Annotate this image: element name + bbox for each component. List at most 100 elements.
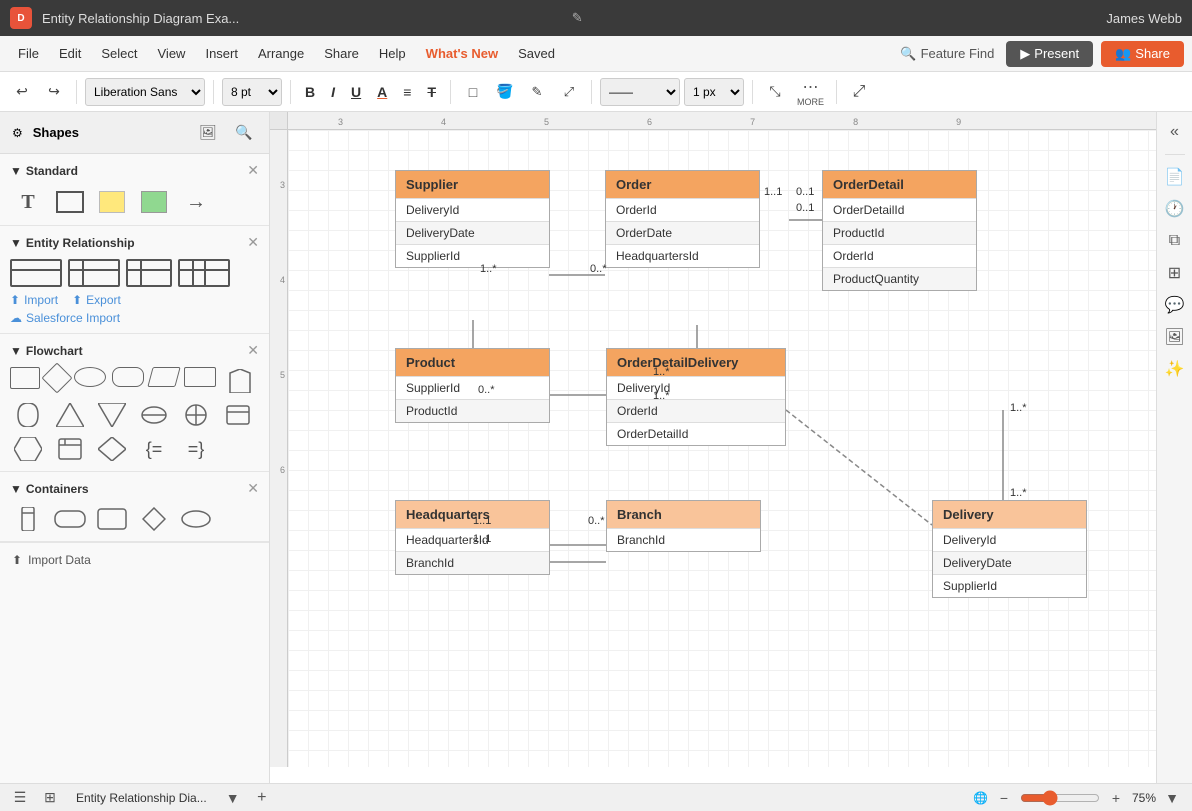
menu-view[interactable]: View [148,42,196,65]
diagram-tab-label[interactable]: Entity Relationship Dia... [68,791,215,805]
fc-shape-extra-9[interactable] [52,435,88,463]
fc-shape-brace-right[interactable]: =} [178,435,214,463]
import-data-row[interactable]: ⬆ Import Data [0,542,269,577]
pages-btn[interactable]: 📄 [1161,163,1189,191]
add-tab-button[interactable]: + [251,787,273,809]
menu-edit[interactable]: Edit [49,42,91,65]
present-button[interactable]: ▶ Present [1006,41,1093,67]
feature-find[interactable]: 🔍 Feature Find [900,46,994,62]
font-select[interactable]: Liberation Sans [85,78,205,106]
cont-shape-4[interactable] [136,505,172,533]
menu-file[interactable]: File [8,42,49,65]
cont-shape-2[interactable] [52,505,88,533]
strikethrough-button[interactable]: T [421,78,442,106]
fc-shape-extra-6[interactable] [178,401,214,429]
line-style-select[interactable]: —— [600,78,680,106]
er-shape-4[interactable] [178,259,230,287]
menu-arrange[interactable]: Arrange [248,42,314,65]
menu-help[interactable]: Help [369,42,416,65]
chat-btn[interactable]: 💬 [1161,291,1189,319]
er-shape-1[interactable] [10,259,62,287]
fc-shape-extra-7[interactable] [220,401,256,429]
entity-supplier[interactable]: Supplier DeliveryId DeliveryDate Supplie… [395,170,550,268]
timer-btn[interactable]: 🕐 [1161,195,1189,223]
undo-button[interactable]: ↩ [8,78,36,106]
entity-product[interactable]: Product SupplierId ProductId [395,348,550,423]
er-shape-2[interactable] [68,259,120,287]
fc-shape-extra-10[interactable] [94,435,130,463]
format-btn[interactable]: ⊞ [1161,259,1189,287]
connection-style-button[interactable]: ⤢ [555,78,583,106]
er-close-icon[interactable]: ✕ [247,234,259,251]
fc-shape-extra-1[interactable] [222,367,258,395]
arrow-shape[interactable]: → [178,187,214,217]
entity-order[interactable]: Order OrderId OrderDate HeadquartersId [605,170,760,268]
entity-orderdetail[interactable]: OrderDetail OrderDetailId ProductId Orde… [822,170,977,291]
edit-title-icon[interactable]: ✎ [572,10,583,26]
magic-btn[interactable]: ✨ [1161,355,1189,383]
menu-select[interactable]: Select [91,42,147,65]
zoom-out-btn[interactable]: − [992,786,1016,810]
fc-oval[interactable] [74,367,106,387]
fc-parallelogram[interactable] [147,367,180,387]
zoom-in-btn[interactable]: + [1104,786,1128,810]
sidebar-image-btn[interactable]: 🖼 [195,120,221,146]
entity-branch[interactable]: Branch BranchId [606,500,761,552]
redo-button[interactable]: ↪ [40,78,68,106]
font-color-button[interactable]: A [371,78,393,106]
zoom-slider[interactable] [1020,790,1100,806]
layers-btn[interactable]: ⧉ [1161,227,1189,255]
line-color-button[interactable]: ✎ [523,78,551,106]
fc-shape-extra-5[interactable] [136,401,172,429]
fc-section-header[interactable]: ▼ Flowchart ✕ [10,342,259,359]
containers-section-header[interactable]: ▼ Containers ✕ [10,480,259,497]
export-button[interactable]: ⬆ Export [72,293,121,307]
diagram-canvas[interactable]: Supplier DeliveryId DeliveryDate Supplie… [288,130,1156,767]
standard-close-icon[interactable]: ✕ [247,162,259,179]
fill-shape-button[interactable]: □ [459,78,487,106]
fc-shape-extra-3[interactable] [52,401,88,429]
grid-view-btn[interactable]: ⊞ [38,786,62,810]
italic-button[interactable]: I [325,78,341,106]
font-size-select[interactable]: 8 pt [222,78,282,106]
sidebar-search-btn[interactable]: 🔍 [231,120,257,146]
collapse-sidebar-btn[interactable]: « [1161,118,1189,146]
share-button[interactable]: 👥 Share [1101,41,1184,67]
er-shape-3[interactable] [126,259,172,287]
er-section-header[interactable]: ▼ Entity Relationship ✕ [10,234,259,251]
fc-diamond[interactable] [41,362,72,393]
line-width-select[interactable]: 1 px [684,78,744,106]
fullscreen-button[interactable]: ⤢ [845,78,873,106]
tab-dropdown-btn[interactable]: ▼ [221,786,245,810]
clipart-btn[interactable]: 🖼 [1161,323,1189,351]
fc-shape-extra-8[interactable] [10,435,46,463]
more-button[interactable]: ⋯ MORE [793,78,828,106]
note-shape[interactable] [94,187,130,217]
cont-shape-1[interactable] [10,505,46,533]
text-shape[interactable]: T [10,187,46,217]
align-left-button[interactable]: ≡ [397,78,417,106]
rect-shape[interactable] [52,187,88,217]
entity-orderdetaildelivery[interactable]: OrderDetailDelivery DeliveryId OrderId O… [606,348,786,446]
fc-shape-extra-4[interactable] [94,401,130,429]
cont-shape-3[interactable] [94,505,130,533]
containers-close-icon[interactable]: ✕ [247,480,259,497]
bold-button[interactable]: B [299,78,321,106]
fc-shape-brace-left[interactable]: {= [136,435,172,463]
entity-delivery[interactable]: Delivery DeliveryId DeliveryDate Supplie… [932,500,1087,598]
import-button[interactable]: ⬆ Import [10,293,58,307]
fc-rect[interactable] [10,367,40,389]
fc-round-rect[interactable] [112,367,144,387]
list-view-btn[interactable]: ☰ [8,786,32,810]
menu-share[interactable]: Share [314,42,369,65]
color-shape[interactable] [136,187,172,217]
cont-shape-5[interactable] [178,505,214,533]
menu-insert[interactable]: Insert [195,42,248,65]
standard-section-header[interactable]: ▼ Standard ✕ [10,162,259,179]
underline-button[interactable]: U [345,78,367,106]
fc-close-icon[interactable]: ✕ [247,342,259,359]
fc-rect-2[interactable] [184,367,216,387]
zoom-dropdown-btn[interactable]: ▼ [1160,786,1184,810]
fc-shape-extra-2[interactable] [10,401,46,429]
salesforce-import-button[interactable]: ☁ Salesforce Import [10,311,259,325]
